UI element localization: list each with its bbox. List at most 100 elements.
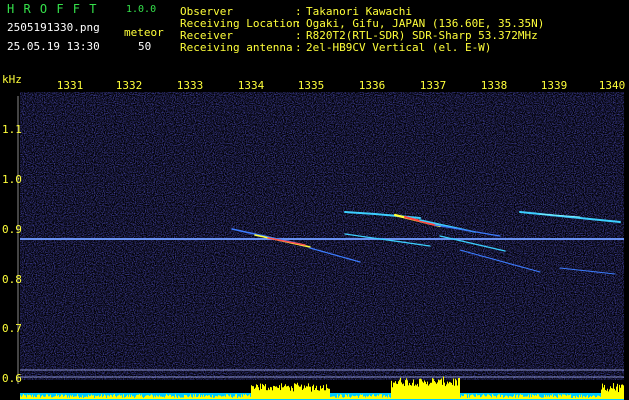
- histogram-bar: [31, 396, 32, 399]
- histogram-bar: [318, 390, 319, 399]
- histogram-bar: [529, 397, 530, 399]
- histogram-bar: [364, 396, 365, 399]
- x-tick-label: 1334: [237, 79, 265, 92]
- histogram-bar: [179, 396, 180, 399]
- histogram-bar: [316, 385, 317, 399]
- histogram-bar: [36, 397, 37, 399]
- histogram-bar: [489, 395, 490, 399]
- histogram-bar: [345, 394, 346, 399]
- histogram-bar: [151, 394, 152, 399]
- y-tick-label: 0.9: [2, 223, 22, 236]
- x-tick-label: 1340: [598, 79, 626, 92]
- histogram-bar: [358, 397, 359, 399]
- histogram-bar: [156, 395, 157, 399]
- histogram-bar: [498, 394, 499, 399]
- histogram-bar: [536, 395, 537, 399]
- histogram-bar: [93, 395, 94, 399]
- histogram-bar: [231, 396, 232, 399]
- histogram-bar: [527, 396, 528, 399]
- histogram-bar: [491, 397, 492, 399]
- histogram-bar: [516, 395, 517, 399]
- histogram-bar: [282, 387, 283, 399]
- histogram-bar: [453, 378, 454, 399]
- histogram-bar: [112, 396, 113, 399]
- histogram-bar: [43, 396, 44, 399]
- histogram-bar: [206, 395, 207, 399]
- histogram-bar: [520, 394, 521, 399]
- histogram-bar: [428, 385, 429, 399]
- histogram-bar: [342, 397, 343, 399]
- histogram-bar: [401, 382, 402, 399]
- histogram-bar: [331, 396, 332, 399]
- histogram-bar: [313, 384, 314, 399]
- histogram-bar: [84, 396, 85, 399]
- histogram-bar: [20, 395, 21, 399]
- histogram-bar: [145, 395, 146, 399]
- histogram-bar: [147, 395, 148, 399]
- histogram-bar: [368, 396, 369, 399]
- histogram-bar: [177, 397, 178, 399]
- histogram-bar: [319, 390, 320, 399]
- histogram-bar: [65, 394, 66, 399]
- histogram-bar: [85, 396, 86, 399]
- histogram-bar: [559, 395, 560, 399]
- histogram-bar: [607, 388, 608, 399]
- histogram-bar: [135, 396, 136, 399]
- histogram-bar: [149, 396, 150, 399]
- histogram-bar: [560, 394, 561, 399]
- histogram-bar: [434, 380, 435, 399]
- histogram-bar: [580, 396, 581, 399]
- histogram-bar: [463, 396, 464, 399]
- histogram-bar: [515, 397, 516, 399]
- histogram-bar: [129, 394, 130, 399]
- histogram-bar: [531, 397, 532, 399]
- histogram-bar: [281, 383, 282, 399]
- histogram-bar: [393, 382, 394, 399]
- histogram-bar: [360, 394, 361, 399]
- histogram-bar: [511, 396, 512, 399]
- histogram-bar: [30, 395, 31, 399]
- histogram-bar: [394, 382, 395, 399]
- histogram-bar: [241, 394, 242, 399]
- histogram-bar: [87, 397, 88, 399]
- histogram-bar: [356, 395, 357, 399]
- histogram-bar: [302, 389, 303, 399]
- histogram-bar: [209, 395, 210, 399]
- histogram-bar: [471, 394, 472, 399]
- histogram-bar: [462, 396, 463, 399]
- histogram-bar: [133, 396, 134, 399]
- histogram-bar: [577, 397, 578, 399]
- histogram-bar: [138, 394, 139, 399]
- histogram-bar: [504, 396, 505, 399]
- histogram-bar: [544, 394, 545, 399]
- histogram-bar: [270, 386, 271, 399]
- histogram-bar: [586, 396, 587, 399]
- histogram-bar: [180, 397, 181, 399]
- x-tick-label: 1332: [115, 79, 143, 92]
- histogram-bar: [22, 395, 23, 399]
- histogram-bar: [88, 394, 89, 399]
- histogram-bar: [410, 384, 411, 399]
- histogram-bar: [228, 395, 229, 399]
- histogram-bar: [81, 397, 82, 399]
- histogram-bar: [294, 383, 295, 399]
- histogram-bar: [469, 397, 470, 399]
- histogram-bar: [519, 395, 520, 399]
- info-value-antenna: 2el-HB9CV Vertical (el. E-W): [306, 41, 492, 54]
- histogram-bar: [443, 376, 444, 399]
- histogram-bar: [555, 396, 556, 399]
- histogram-bar: [502, 395, 503, 399]
- histogram-bar: [513, 395, 514, 399]
- histogram-bar: [111, 395, 112, 399]
- histogram-bar: [287, 386, 288, 399]
- histogram-bar: [438, 379, 439, 399]
- histogram-bar: [124, 397, 125, 399]
- histogram-bar: [169, 394, 170, 399]
- histogram-bar: [475, 396, 476, 399]
- y-axis-unit: kHz: [2, 73, 22, 86]
- histogram-bar: [35, 397, 36, 399]
- histogram-bar: [421, 379, 422, 399]
- histogram-bar: [121, 395, 122, 399]
- histogram-bar: [582, 397, 583, 399]
- histogram-bar: [558, 394, 559, 399]
